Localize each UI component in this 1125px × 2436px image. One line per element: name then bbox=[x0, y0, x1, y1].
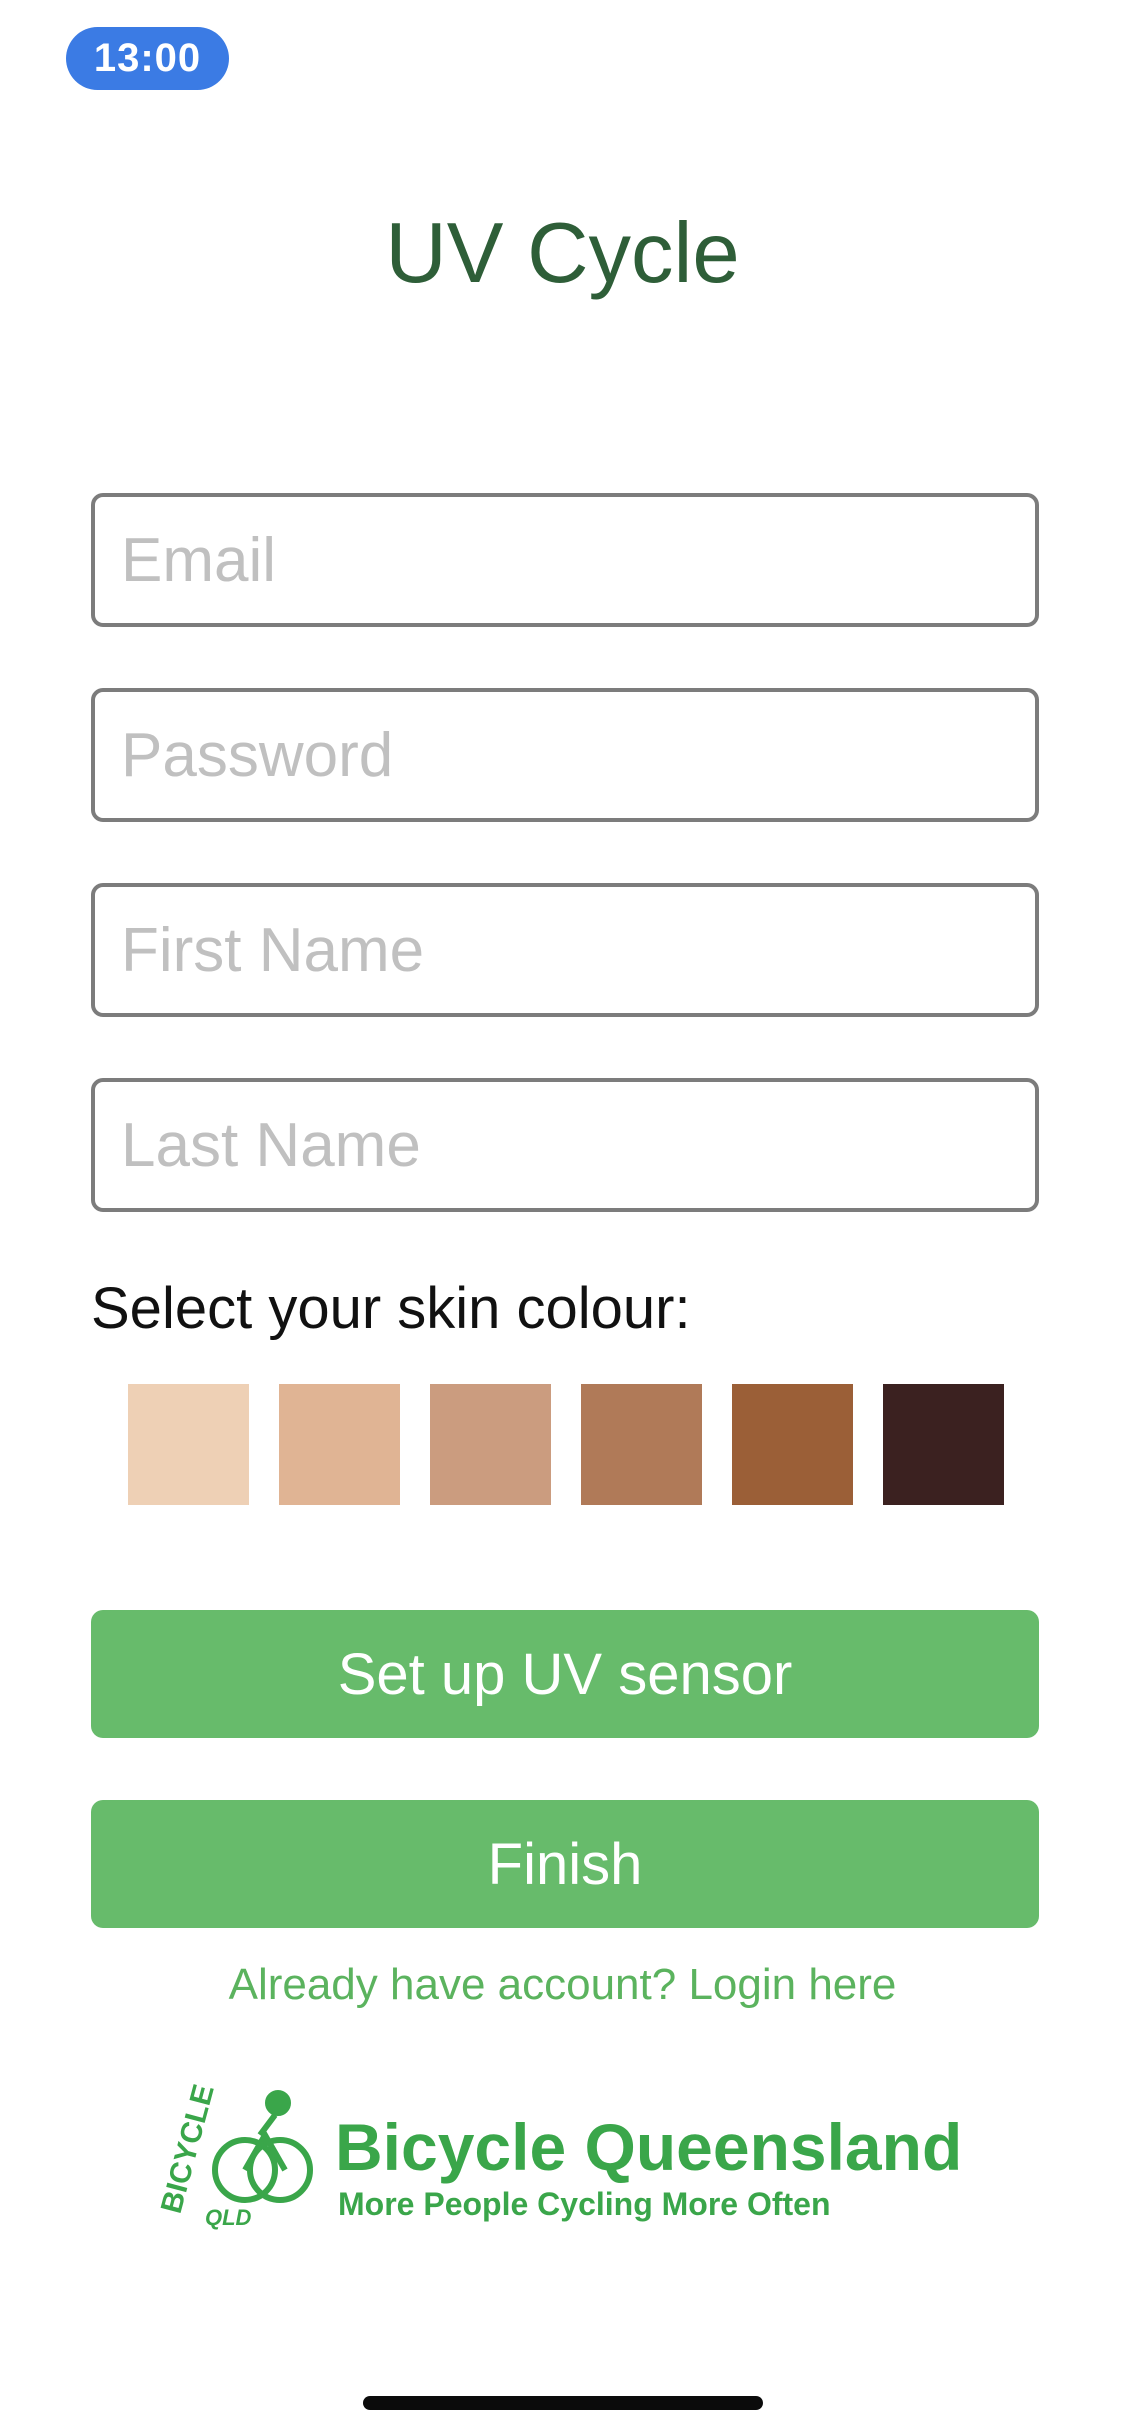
last-name-field[interactable] bbox=[91, 1078, 1039, 1212]
skin-colour-label: Select your skin colour: bbox=[91, 1276, 691, 1341]
skin-swatch-3[interactable] bbox=[430, 1384, 551, 1505]
setup-uv-sensor-button[interactable]: Set up UV sensor bbox=[91, 1610, 1039, 1738]
skin-swatch-5[interactable] bbox=[732, 1384, 853, 1505]
login-link[interactable]: Already have account? Login here bbox=[0, 1960, 1125, 2010]
skin-swatch-4[interactable] bbox=[581, 1384, 702, 1505]
skin-swatch-1[interactable] bbox=[128, 1384, 249, 1505]
logo-name: Bicycle Queensland bbox=[335, 2110, 962, 2184]
skin-swatch-6[interactable] bbox=[883, 1384, 1004, 1505]
app-title: UV Cycle bbox=[385, 206, 740, 301]
skin-swatch-2[interactable] bbox=[279, 1384, 400, 1505]
status-time: 13:00 bbox=[66, 27, 229, 90]
bicycle-queensland-logo: BICYCLE QLD Bicycle Queensland More Peop… bbox=[155, 2081, 962, 2230]
first-name-field[interactable] bbox=[91, 883, 1039, 1017]
logo-badge-text: BICYCLE bbox=[155, 2081, 221, 2217]
home-indicator[interactable] bbox=[363, 2396, 763, 2410]
email-field[interactable] bbox=[91, 493, 1039, 627]
logo-tagline: More People Cycling More Often bbox=[338, 2186, 831, 2222]
finish-button[interactable]: Finish bbox=[91, 1800, 1039, 1928]
logo-badge-sub: QLD bbox=[205, 2205, 252, 2230]
skin-colour-swatches bbox=[128, 1384, 1004, 1505]
bicycle-rider-icon bbox=[212, 2090, 313, 2203]
password-field[interactable] bbox=[91, 688, 1039, 822]
